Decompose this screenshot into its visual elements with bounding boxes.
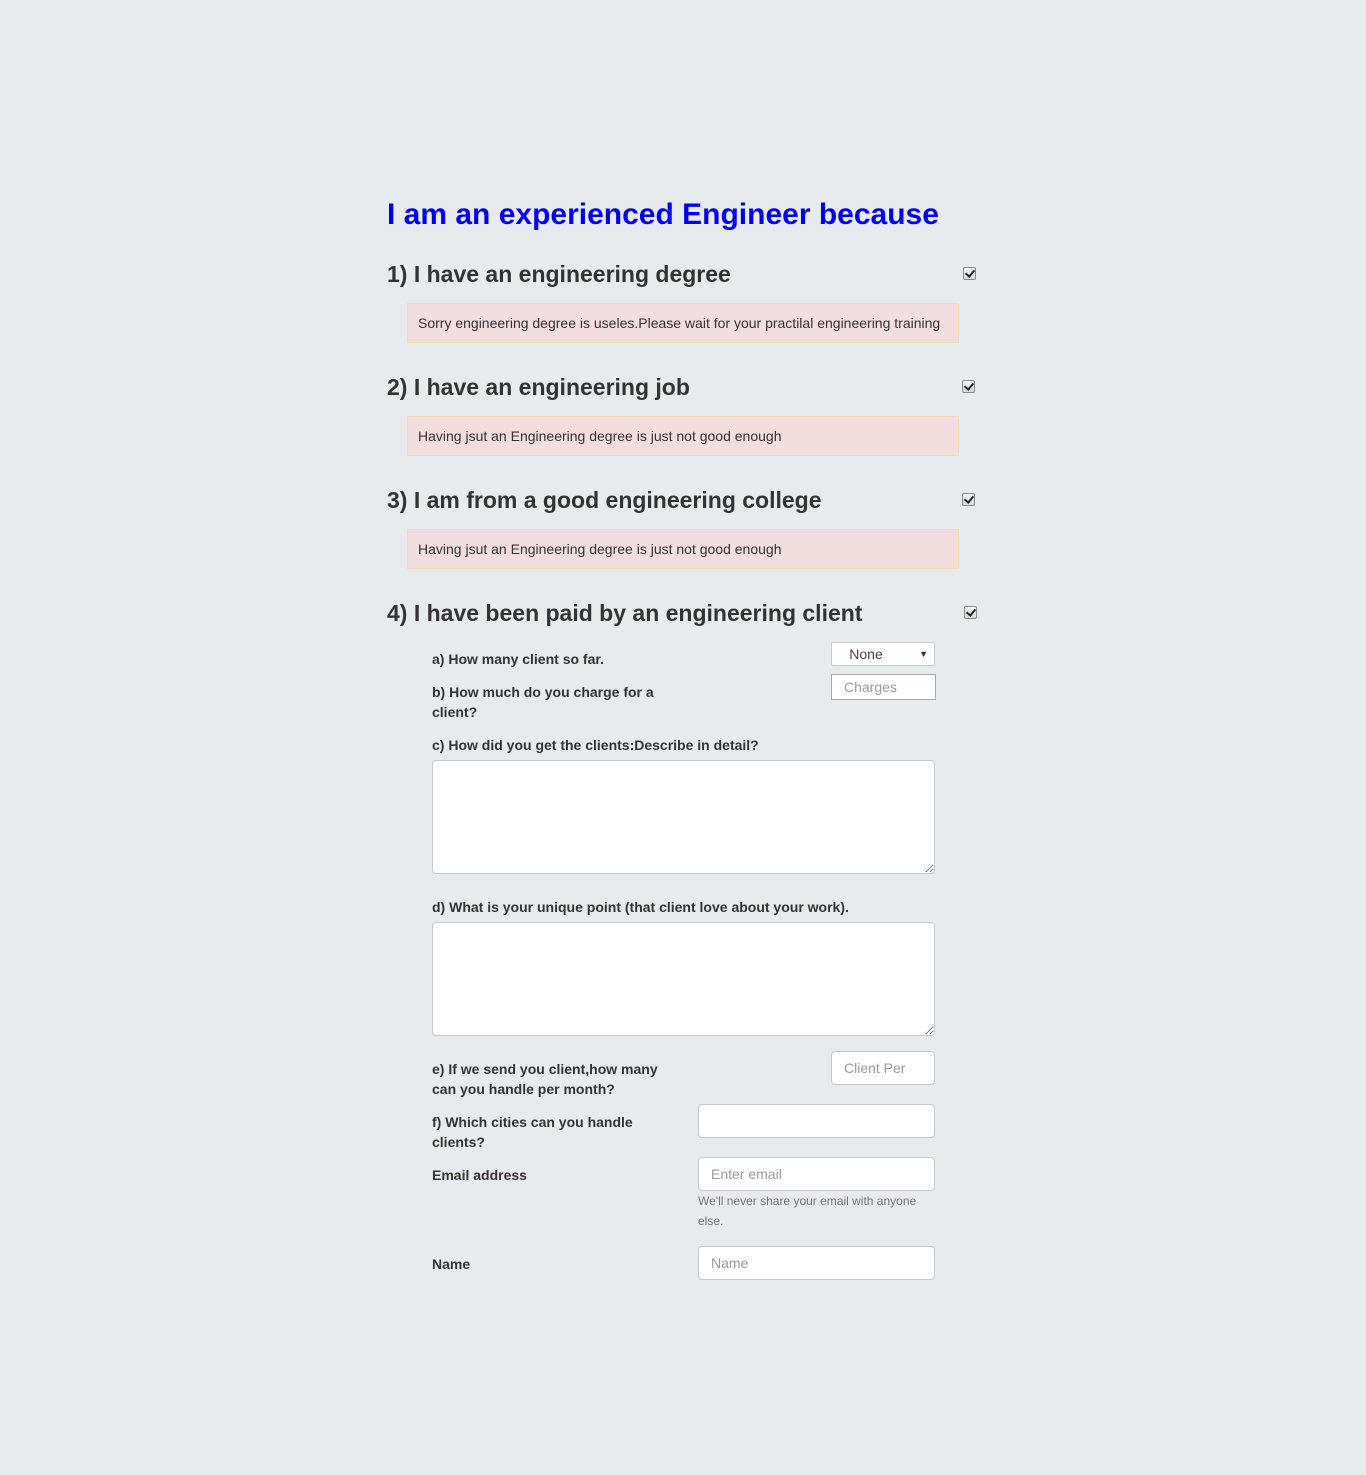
charges-label: b) How much do you charge for a client?: [432, 684, 654, 720]
question-2-heading: 2) I have an engineering job: [387, 374, 690, 400]
question-1-alert: Sorry engineering degree is useles.Pleas…: [407, 303, 959, 343]
question-1-checkbox[interactable]: [963, 267, 976, 280]
cities-label: f) Which cities can you handle clients?: [432, 1114, 633, 1150]
charges-input[interactable]: [831, 674, 936, 700]
clients-source-label: c) How did you get the clients:Describe …: [432, 737, 759, 753]
question-4-checkbox[interactable]: [964, 606, 977, 619]
name-label: Name: [432, 1256, 471, 1272]
clients-source-textarea[interactable]: [432, 760, 935, 874]
clients-count-select[interactable]: None ▼: [831, 642, 935, 666]
question-2-checkbox[interactable]: [962, 380, 975, 393]
question-3-alert: Having jsut an Engineering degree is jus…: [407, 529, 959, 569]
question-3-checkbox[interactable]: [962, 493, 975, 506]
clients-per-month-input[interactable]: [831, 1051, 935, 1085]
cities-input[interactable]: [698, 1104, 935, 1138]
question-3-heading: 3) I am from a good engineering college: [387, 487, 822, 513]
question-2-alert: Having jsut an Engineering degree is jus…: [407, 416, 959, 456]
email-field[interactable]: [698, 1157, 935, 1191]
caret-down-icon: ▼: [919, 649, 928, 659]
email-label: Email address: [432, 1167, 527, 1183]
unique-point-textarea[interactable]: [432, 922, 935, 1036]
page-title: I am an experienced Engineer because: [387, 198, 939, 231]
clients-per-month-label: e) If we send you client,how many can yo…: [432, 1061, 658, 1097]
question-4-heading: 4) I have been paid by an engineering cl…: [387, 600, 863, 626]
email-help-text: We'll never share your email with anyone…: [698, 1194, 917, 1228]
unique-point-label: d) What is your unique point (that clien…: [432, 899, 849, 915]
clients-count-label: a) How many client so far.: [432, 651, 604, 667]
name-field[interactable]: [698, 1246, 935, 1280]
clients-count-selected-value: None: [849, 646, 883, 662]
question-1-heading: 1) I have an engineering degree: [387, 261, 731, 287]
